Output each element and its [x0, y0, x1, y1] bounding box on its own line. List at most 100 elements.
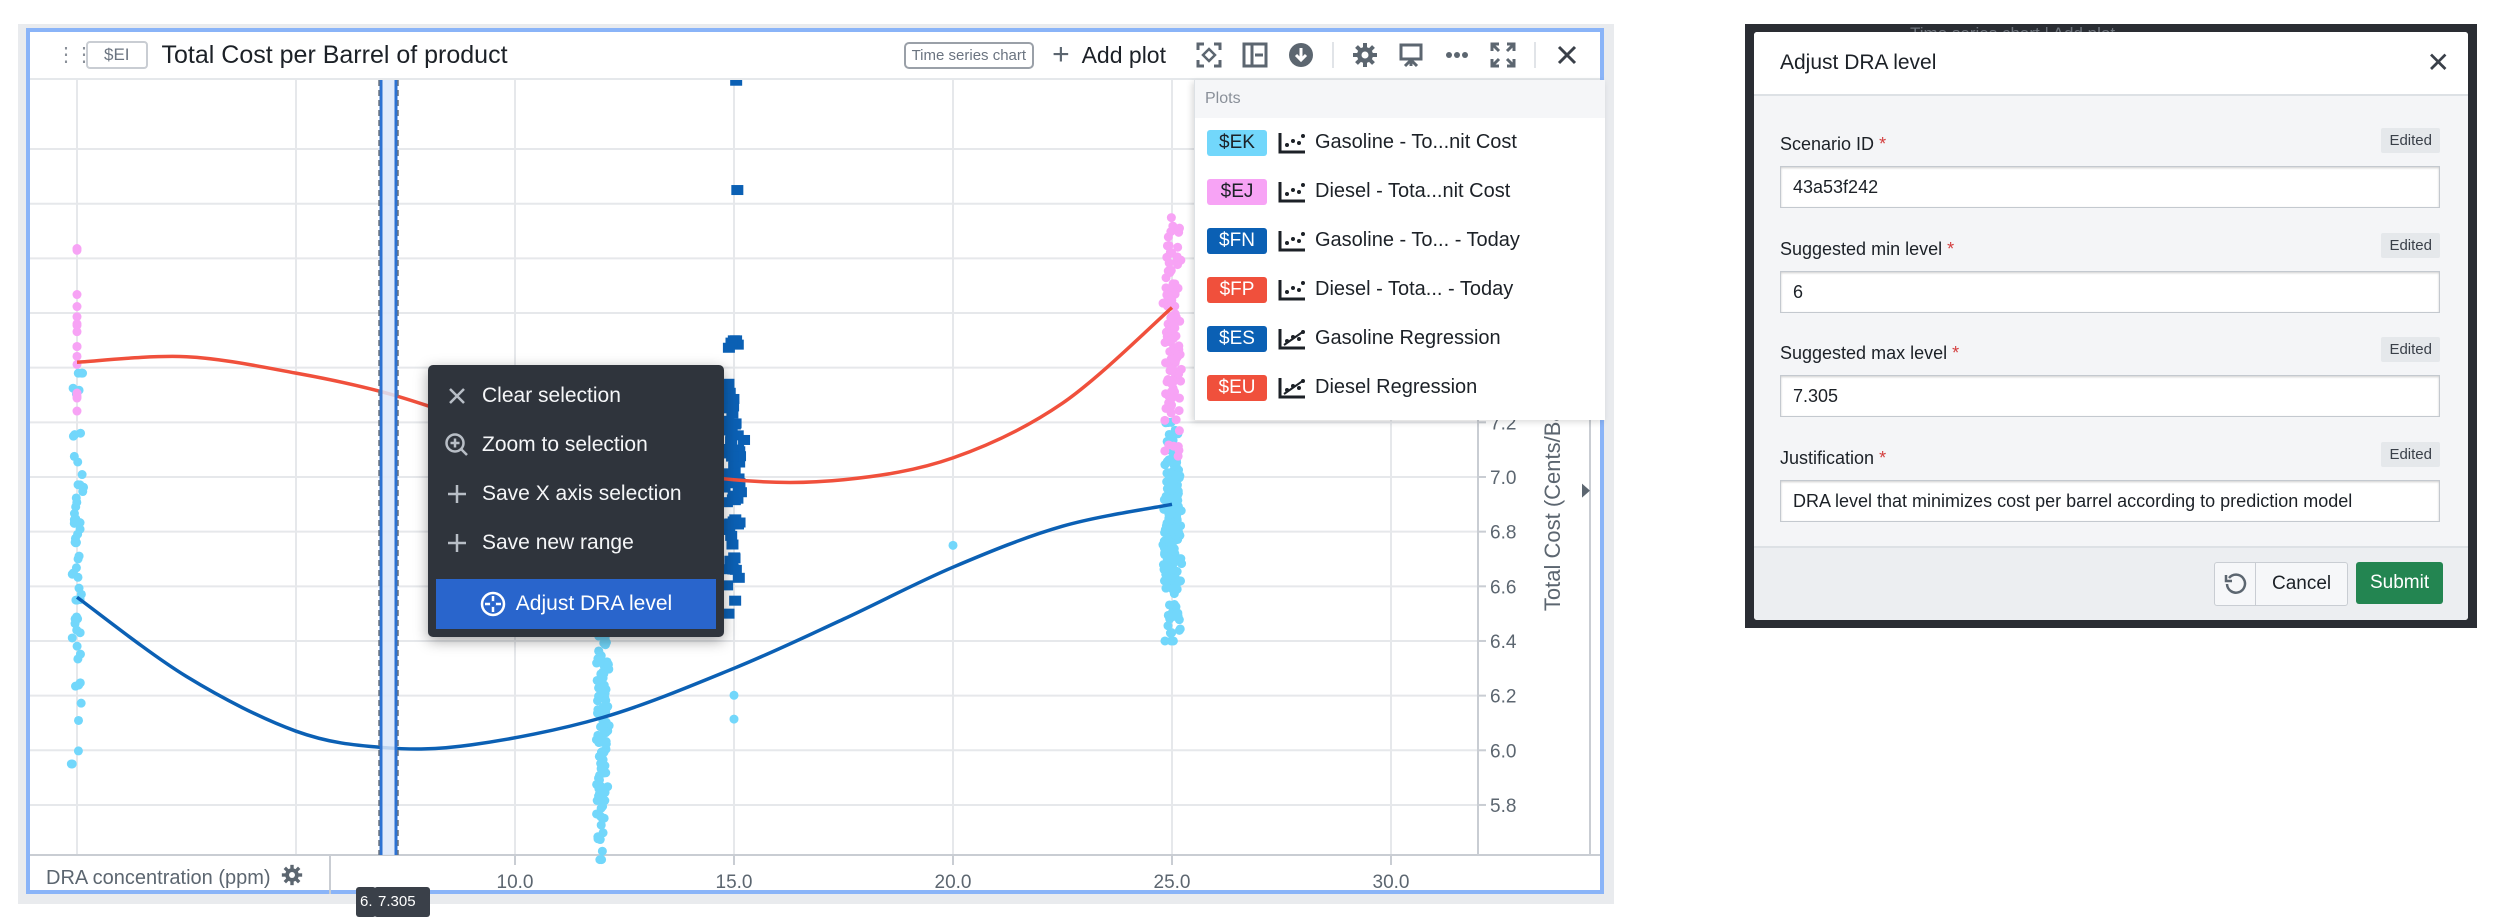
data-point[interactable]	[723, 403, 736, 414]
data-point[interactable]	[72, 319, 82, 329]
select-area-icon[interactable]	[1194, 40, 1224, 70]
data-point[interactable]	[1173, 504, 1183, 514]
data-point[interactable]	[1163, 553, 1173, 563]
gear-icon[interactable]	[281, 864, 303, 892]
data-point[interactable]	[726, 451, 739, 462]
data-point[interactable]	[74, 715, 84, 725]
data-point[interactable]	[67, 633, 77, 643]
data-point[interactable]	[70, 430, 80, 440]
gear-icon[interactable]	[1350, 40, 1380, 70]
series-tag[interactable]: $FP	[1207, 276, 1267, 303]
zoom-to-selection-item[interactable]: Zoom to selection	[428, 420, 724, 469]
data-point[interactable]	[1162, 573, 1172, 583]
data-point[interactable]	[1164, 440, 1174, 450]
data-point[interactable]	[601, 696, 611, 706]
data-point[interactable]	[597, 846, 607, 856]
data-point[interactable]	[73, 654, 83, 664]
layout-panel-icon[interactable]	[1240, 40, 1270, 70]
data-point[interactable]	[722, 608, 735, 619]
data-point[interactable]	[1174, 223, 1184, 233]
data-point[interactable]	[1166, 408, 1176, 418]
data-point[interactable]	[1167, 378, 1177, 388]
data-point[interactable]	[1167, 364, 1177, 374]
data-point[interactable]	[1163, 610, 1173, 620]
data-point[interactable]	[72, 351, 82, 361]
cancel-button[interactable]: Cancel	[2256, 563, 2347, 605]
clear-selection-item[interactable]: Clear selection	[428, 371, 724, 420]
data-point[interactable]	[1174, 406, 1184, 416]
submit-button[interactable]: Submit	[2356, 562, 2444, 604]
legend-item[interactable]: $EK Gasoline - To...nit Cost	[1195, 118, 1605, 167]
data-point[interactable]	[1170, 279, 1180, 289]
data-point[interactable]	[1158, 298, 1168, 308]
data-point[interactable]	[1174, 527, 1184, 537]
data-point[interactable]	[603, 659, 613, 669]
data-point[interactable]	[595, 835, 605, 845]
data-point[interactable]	[731, 185, 744, 196]
data-point[interactable]	[1174, 393, 1184, 403]
justification-input[interactable]	[1780, 480, 2440, 522]
data-point[interactable]	[596, 803, 606, 813]
data-point[interactable]	[598, 673, 608, 683]
data-point[interactable]	[948, 540, 958, 550]
data-point[interactable]	[595, 855, 605, 865]
data-point[interactable]	[1167, 485, 1177, 495]
data-point[interactable]	[1165, 268, 1175, 278]
data-point[interactable]	[1166, 227, 1176, 237]
data-point[interactable]	[1164, 240, 1174, 250]
data-point[interactable]	[73, 554, 83, 564]
data-point[interactable]	[729, 690, 739, 700]
data-point[interactable]	[1166, 335, 1176, 345]
data-point[interactable]	[77, 470, 87, 480]
data-point[interactable]	[596, 654, 606, 664]
data-point[interactable]	[594, 775, 604, 785]
more-icon[interactable]	[1442, 40, 1472, 70]
data-point[interactable]	[72, 290, 82, 300]
data-point[interactable]	[1161, 358, 1171, 368]
chart-type-chip[interactable]: Time series chart	[903, 41, 1035, 69]
data-point[interactable]	[594, 646, 604, 656]
data-point[interactable]	[1169, 545, 1179, 555]
data-point[interactable]	[71, 502, 81, 512]
data-point[interactable]	[79, 482, 89, 492]
data-point[interactable]	[1170, 323, 1180, 333]
data-point[interactable]	[729, 564, 742, 575]
data-point[interactable]	[1175, 624, 1185, 634]
data-point[interactable]	[1164, 565, 1174, 575]
data-point[interactable]	[72, 388, 82, 398]
drag-handle-icon[interactable]: ⋮⋮	[56, 45, 94, 65]
data-point[interactable]	[1166, 213, 1176, 223]
fullscreen-icon[interactable]	[1488, 40, 1518, 70]
data-point[interactable]	[75, 628, 85, 638]
data-point[interactable]	[722, 342, 735, 353]
data-point[interactable]	[73, 614, 83, 624]
legend-item[interactable]: $EJ Diesel - Tota...nit Cost	[1195, 167, 1605, 216]
data-point[interactable]	[70, 537, 80, 547]
series-tag[interactable]: $EK	[1207, 129, 1267, 156]
series-tag[interactable]: $ES	[1207, 325, 1267, 352]
data-point[interactable]	[596, 747, 606, 757]
chart-title[interactable]: Total Cost per Barrel of product	[162, 41, 508, 70]
data-point[interactable]	[1173, 608, 1183, 618]
adjust-dra-level-button[interactable]: Adjust DRA level	[436, 579, 716, 629]
series-tag[interactable]: $EJ	[1207, 178, 1267, 205]
data-point[interactable]	[722, 378, 735, 389]
data-point[interactable]	[1169, 475, 1179, 485]
data-point[interactable]	[1160, 415, 1170, 425]
close-icon[interactable]	[1552, 40, 1582, 70]
data-point[interactable]	[75, 678, 85, 688]
data-point[interactable]	[1163, 517, 1173, 527]
selection-range[interactable]	[381, 80, 396, 855]
collapse-legend-arrow-icon[interactable]	[1582, 483, 1590, 498]
data-point[interactable]	[729, 714, 739, 724]
data-point[interactable]	[1163, 621, 1173, 631]
data-point[interactable]	[76, 368, 86, 378]
data-point[interactable]	[1174, 341, 1184, 351]
data-point[interactable]	[1173, 352, 1183, 362]
data-point[interactable]	[1160, 460, 1170, 470]
download-icon[interactable]	[1286, 40, 1316, 70]
reset-button[interactable]	[2215, 563, 2256, 605]
data-point[interactable]	[1166, 312, 1176, 322]
data-point[interactable]	[595, 736, 605, 746]
data-point[interactable]	[72, 406, 82, 416]
